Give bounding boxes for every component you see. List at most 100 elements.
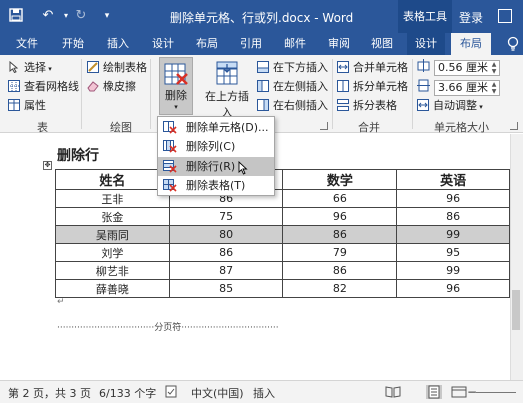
language-indicator[interactable]: 中文(中国)	[191, 385, 244, 401]
page-break: ··································分页符···…	[57, 323, 279, 333]
tab-design[interactable]: 设计	[148, 33, 178, 55]
insert-below-button[interactable]: 在下方插入	[257, 59, 328, 77]
table-cell[interactable]: 96	[396, 189, 510, 208]
print-layout-icon[interactable]	[426, 385, 442, 399]
table-move-handle-icon[interactable]: ✥	[43, 161, 52, 170]
tab-table-design[interactable]: 设计	[407, 33, 445, 55]
delete-table-icon	[163, 61, 189, 87]
rows-columns-dialog-launcher[interactable]	[320, 122, 328, 130]
select-button[interactable]: 选择 ▾	[8, 59, 52, 77]
insert-left-button[interactable]: 在左侧插入	[257, 78, 328, 96]
table-cell[interactable]: 王非	[55, 189, 170, 208]
table-cell[interactable]: 吴雨同	[55, 225, 170, 244]
delete-table-menu-item[interactable]: 删除表格(T)	[158, 176, 274, 195]
table-cell[interactable]: 86	[282, 261, 398, 280]
table-cell[interactable]: 张金	[55, 207, 170, 226]
ribbon-display-options-icon[interactable]	[498, 9, 512, 23]
table-cell[interactable]: 86	[282, 225, 398, 244]
scrollbar-thumb[interactable]	[512, 290, 520, 330]
tab-home[interactable]: 开始	[58, 33, 88, 55]
table-cell[interactable]: 99	[396, 261, 510, 280]
tab-review[interactable]: 审阅	[324, 33, 354, 55]
delete-row-menu-item[interactable]: 删除行(R)	[158, 157, 274, 176]
vertical-scrollbar[interactable]	[510, 134, 523, 380]
group-divider	[412, 59, 413, 129]
autofit-icon	[417, 99, 430, 111]
table-cell[interactable]: 95	[396, 243, 510, 262]
read-mode-icon[interactable]	[385, 385, 401, 399]
table-cell[interactable]: 99	[396, 225, 510, 244]
pencil-table-icon	[87, 61, 100, 73]
delete-table-small-icon	[163, 179, 177, 192]
tab-mailings[interactable]: 邮件	[280, 33, 310, 55]
proofing-icon[interactable]	[165, 385, 179, 401]
insert-left-icon	[257, 80, 270, 92]
delete-column-menu-item[interactable]: 删除列(C)	[158, 137, 274, 156]
draw-table-button[interactable]: 绘制表格	[87, 59, 147, 77]
spinner-arrows-icon[interactable]: ▲ ▼	[489, 61, 499, 75]
undo-icon[interactable]: ↶	[40, 8, 56, 24]
table-row: 张金 75 96 86	[55, 207, 510, 226]
insert-above-button[interactable]: 在上方插入	[200, 57, 254, 119]
group-divider	[150, 59, 151, 129]
table-cell[interactable]: 96	[396, 279, 510, 298]
eraser-button[interactable]: 橡皮擦	[87, 78, 136, 96]
tab-file[interactable]: 文件	[12, 33, 42, 55]
delete-cells-menu-item[interactable]: 删除单元格(D)...	[158, 118, 274, 137]
insert-right-button[interactable]: 在右侧插入	[257, 97, 328, 115]
undo-dropdown-icon[interactable]: ▾	[58, 8, 74, 24]
view-gridlines-button[interactable]: 查看网格线	[8, 78, 79, 96]
cell-size-dialog-launcher[interactable]	[510, 122, 518, 130]
customize-toolbar-icon[interactable]: ▾	[99, 8, 115, 24]
tab-table-layout[interactable]: 布局	[451, 33, 491, 55]
word-count[interactable]: 6/133 个字	[99, 385, 156, 401]
table-row: 王非 86 66 96	[55, 189, 510, 208]
login-button[interactable]: 登录	[459, 9, 483, 26]
table-cell[interactable]: 75	[168, 207, 284, 226]
spinner-arrows-icon[interactable]: ▲ ▼	[489, 81, 499, 95]
tab-layout[interactable]: 布局	[192, 33, 222, 55]
insert-mode-indicator[interactable]: 插入	[253, 385, 275, 401]
table-cell[interactable]: 96	[282, 207, 398, 226]
table-cell[interactable]: 80	[168, 225, 284, 244]
table-cell[interactable]: 刘学	[55, 243, 170, 262]
properties-button[interactable]: 属性	[8, 97, 46, 115]
row-height-input[interactable]: 0.56 厘米 ▲ ▼	[434, 60, 500, 76]
table-cell[interactable]: 86	[396, 207, 510, 226]
ribbon-tabs: 文件 开始 插入 设计 布局 引用 邮件 审阅 视图 设计 布局	[0, 33, 523, 55]
table-cell[interactable]: 85	[168, 279, 284, 298]
table-group-label: 表	[37, 121, 48, 134]
column-width-input[interactable]: 3.66 厘米 ▲ ▼	[434, 80, 500, 96]
table-cell[interactable]: 79	[282, 243, 398, 262]
properties-icon	[8, 99, 21, 111]
page-count[interactable]: 第 2 页，共 3 页	[8, 385, 91, 401]
table-cell[interactable]: 柳艺非	[55, 261, 170, 280]
redo-icon[interactable]: ↻	[73, 8, 89, 24]
table-cell[interactable]: 87	[168, 261, 284, 280]
table-cell[interactable]: 86	[168, 243, 284, 262]
delete-button[interactable]: 删除 ▾	[159, 57, 193, 115]
table-tools-label: 表格工具	[398, 0, 452, 33]
tab-view[interactable]: 视图	[367, 33, 397, 55]
tab-references[interactable]: 引用	[236, 33, 266, 55]
tab-insert[interactable]: 插入	[103, 33, 133, 55]
header-name[interactable]: 姓名	[55, 169, 170, 190]
split-table-button[interactable]: 拆分表格	[337, 97, 397, 115]
web-layout-icon[interactable]	[451, 385, 467, 399]
merge-cells-button[interactable]: 合并单元格	[337, 59, 408, 77]
title-bar: ↶ ▾ ↻ ▾ 删除单元格、行或列.docx - Word 表格工具 登录	[0, 0, 523, 33]
table-row: 柳艺非 87 86 99	[55, 261, 510, 280]
table-header-row: 姓名 语文 数学 英语	[55, 169, 510, 190]
table-cell[interactable]: 82	[282, 279, 398, 298]
table-cell[interactable]: 薛善晓	[55, 279, 170, 298]
header-math[interactable]: 数学	[282, 169, 398, 190]
save-icon[interactable]	[8, 8, 24, 24]
tell-me-icon[interactable]	[506, 35, 523, 53]
table-cell[interactable]: 66	[282, 189, 398, 208]
split-cells-button[interactable]: 拆分单元格	[337, 78, 408, 96]
zoom-slider[interactable]	[476, 392, 516, 393]
autofit-button[interactable]: 自动调整 ▾	[417, 97, 483, 115]
score-table[interactable]: 姓名 语文 数学 英语 王非 86 66 96 张金 75 96 86 吴雨同 …	[55, 169, 510, 298]
header-english[interactable]: 英语	[396, 169, 510, 190]
gridlines-icon	[8, 80, 21, 92]
